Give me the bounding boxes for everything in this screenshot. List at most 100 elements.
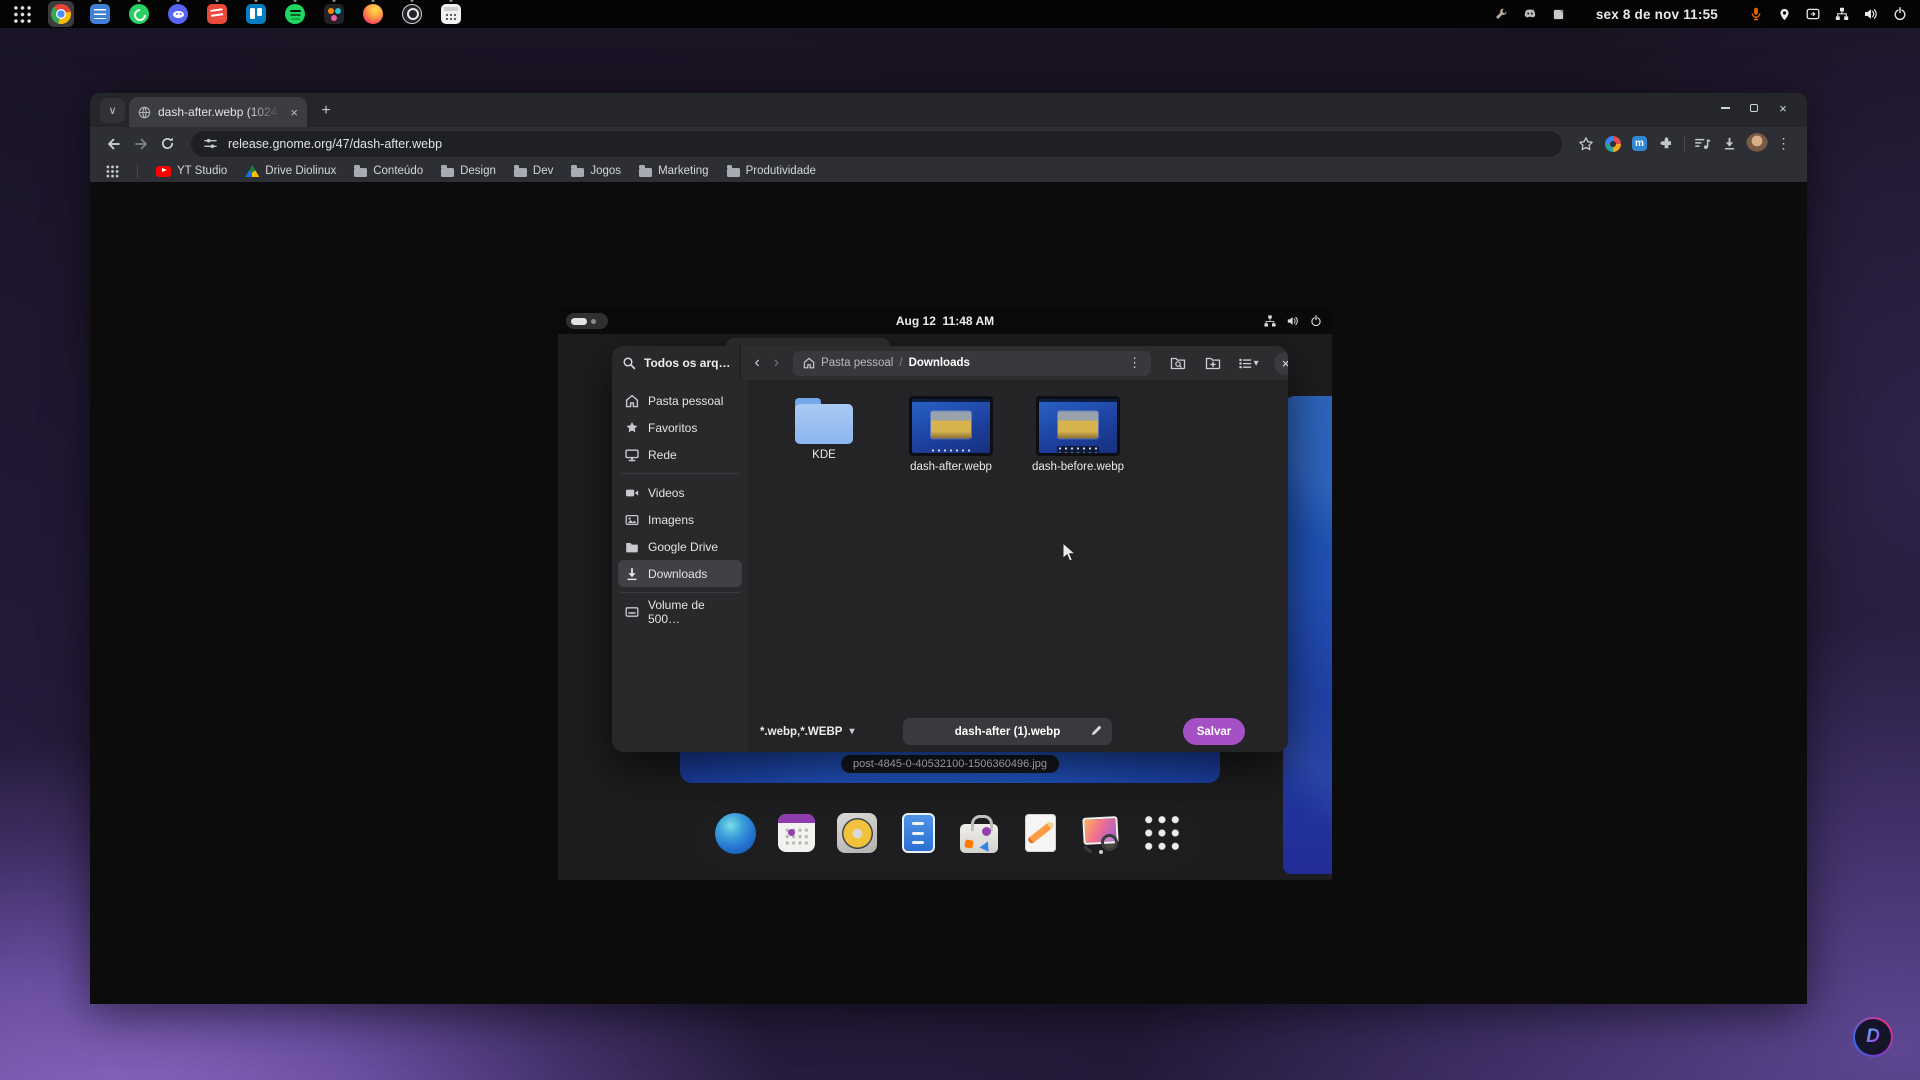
bookmark-folder-dev[interactable]: Dev [514, 165, 553, 177]
sidebar-item-google-drive[interactable]: Google Drive [618, 533, 742, 560]
tray-window-icon[interactable] [1552, 8, 1565, 21]
tab-search-button[interactable]: ∨ [100, 98, 125, 123]
breadcrumb-menu-button[interactable]: ⋮ [1128, 355, 1141, 371]
tray-discord-icon[interactable] [1523, 7, 1537, 21]
sidebar-item-pasta-pessoal[interactable]: Pasta pessoal [618, 387, 742, 414]
app-grid-button[interactable] [13, 5, 32, 24]
sidebar-item-videos[interactable]: Videos [618, 479, 742, 506]
extension-colorwheel-button[interactable] [1599, 130, 1626, 157]
shot-tray [1264, 308, 1322, 334]
dock-music-button[interactable] [834, 810, 880, 856]
extensions-puzzle-button[interactable] [1653, 130, 1680, 157]
browser-menu-button[interactable]: ⋮ [1770, 130, 1797, 157]
chrome-app-button[interactable] [48, 1, 74, 27]
breadcrumb[interactable]: Pasta pessoal / Downloads ⋮ [793, 351, 1151, 376]
bookmarks-bar: YT Studio Drive Diolinux Conteúdo Design… [90, 160, 1807, 182]
power-icon[interactable] [1893, 7, 1907, 21]
extension-mastodon-button[interactable]: m [1626, 130, 1653, 157]
bookmarks-apps-grid-icon[interactable] [106, 165, 119, 178]
browser-tab[interactable]: dash-after.webp (1024×7 × [129, 97, 307, 127]
davinci-resolve-app-button[interactable] [324, 4, 344, 24]
sidebar-item-imagens[interactable]: Imagens [618, 506, 742, 533]
file-item-kde[interactable]: KDE [776, 396, 872, 461]
firefox-app-button[interactable] [363, 4, 383, 24]
volume-icon[interactable] [1864, 7, 1878, 21]
network-icon[interactable] [1835, 7, 1849, 21]
bookmark-folder-marketing[interactable]: Marketing [639, 165, 709, 177]
viewed-screenshot-image: Aug 12 11:48 AM post-4845-0-40532100-150… [558, 308, 1332, 880]
minimize-button[interactable] [1719, 102, 1731, 114]
blue-folder-icon [795, 398, 853, 444]
bookmark-folder-produtividade[interactable]: Produtividade [727, 165, 816, 177]
toolbar-divider [1684, 136, 1685, 152]
new-folder-button[interactable] [1201, 351, 1225, 375]
shot-clock[interactable]: Aug 12 11:48 AM [558, 314, 1332, 328]
network-icon[interactable] [1264, 315, 1276, 327]
bookmark-drive-diolinux[interactable]: Drive Diolinux [245, 165, 336, 177]
bookmark-star-button[interactable] [1572, 130, 1599, 157]
bookmark-yt-studio[interactable]: YT Studio [156, 165, 227, 177]
folder-icon [727, 168, 740, 177]
forward-button[interactable] [127, 130, 154, 157]
whatsapp-app-button[interactable] [129, 4, 149, 24]
edit-pencil-icon[interactable] [1090, 724, 1103, 737]
system-clock[interactable]: sex 8 de nov 11:55 [1596, 7, 1718, 22]
calculator-app-button[interactable] [441, 4, 461, 24]
trello-app-button[interactable] [246, 4, 266, 24]
dock-web-button[interactable] [712, 810, 758, 856]
breadcrumb-current[interactable]: Downloads [909, 357, 970, 369]
browser-viewport: Aug 12 11:48 AM post-4845-0-40532100-150… [90, 182, 1807, 1004]
file-item-dash-after[interactable]: dash-after.webp [903, 396, 999, 473]
close-window-button[interactable]: × [1777, 102, 1789, 114]
shot-top-bar: Aug 12 11:48 AM [558, 308, 1332, 334]
power-icon[interactable] [1310, 315, 1322, 327]
spotify-app-button[interactable] [285, 4, 305, 24]
breadcrumb-parent[interactable]: Pasta pessoal [821, 357, 893, 369]
nav-forward-button[interactable]: › [769, 355, 784, 371]
maximize-button[interactable] [1748, 102, 1760, 114]
dock-app-grid-button[interactable] [1139, 810, 1185, 856]
url-bar[interactable]: release.gnome.org/47/dash-after.webp [191, 131, 1562, 157]
new-tab-button[interactable]: + [313, 98, 339, 124]
dock-files-button[interactable] [895, 810, 941, 856]
bookmark-folder-jogos[interactable]: Jogos [571, 165, 621, 177]
view-mode-button[interactable]: ▾ [1236, 351, 1260, 375]
file-type-filter-dropdown[interactable]: *.webp,*.WEBP▾ [760, 718, 854, 745]
screen-cast-icon[interactable] [1806, 7, 1820, 21]
calculator-icon [441, 4, 461, 24]
sidebar-item-volume[interactable]: Volume de 500… [618, 598, 742, 625]
bookmark-folder-conteudo[interactable]: Conteúdo [354, 165, 423, 177]
nav-back-button[interactable]: ‹ [749, 355, 764, 371]
media-controls-button[interactable] [1689, 130, 1716, 157]
search-folder-button[interactable] [1166, 351, 1190, 375]
dialog-close-button[interactable]: × [1274, 352, 1288, 375]
profile-avatar-button[interactable] [1743, 130, 1770, 157]
tab-close-button[interactable]: × [290, 106, 298, 119]
location-icon[interactable] [1778, 8, 1791, 21]
sidebar-item-downloads[interactable]: Downloads [618, 560, 742, 587]
notes-app-button[interactable] [90, 4, 110, 24]
software-bag-icon [960, 824, 998, 853]
dock-calendar-button[interactable] [773, 810, 819, 856]
bookmark-folder-design[interactable]: Design [441, 165, 496, 177]
tray-tool-icon[interactable] [1494, 7, 1508, 21]
file-item-dash-before[interactable]: dash-before.webp [1030, 396, 1126, 473]
save-button[interactable]: Salvar [1183, 718, 1245, 745]
site-info-icon[interactable] [203, 136, 218, 151]
filename-input[interactable]: dash-after (1).webp [903, 718, 1112, 745]
sidebar-item-favoritos[interactable]: Favoritos [618, 414, 742, 441]
reload-button[interactable] [154, 130, 181, 157]
extension-colorwheel-icon [1605, 136, 1621, 152]
dock-software-button[interactable] [956, 810, 1002, 856]
discord-app-button[interactable] [168, 4, 188, 24]
dock-image-viewer-button[interactable] [1078, 810, 1124, 856]
back-button[interactable] [100, 130, 127, 157]
todoist-app-button[interactable] [207, 4, 227, 24]
downloads-button[interactable] [1716, 130, 1743, 157]
search-icon[interactable] [622, 356, 636, 370]
microphone-icon[interactable] [1749, 7, 1763, 21]
volume-icon[interactable] [1287, 315, 1299, 327]
obs-app-button[interactable] [402, 4, 422, 24]
dock-text-editor-button[interactable] [1017, 810, 1063, 856]
sidebar-item-rede[interactable]: Rede [618, 441, 742, 468]
